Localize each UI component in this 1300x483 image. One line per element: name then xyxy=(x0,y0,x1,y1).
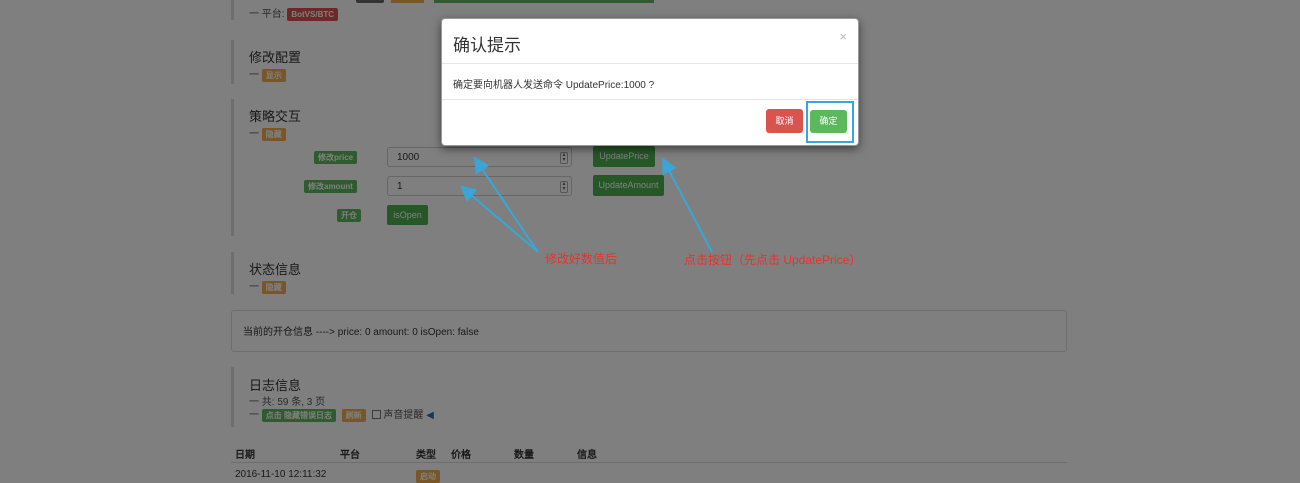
annotation-right: 点击按钮（先点击 UpdatePrice） xyxy=(684,253,862,267)
annotation-left: 修改好数值后 xyxy=(545,252,618,266)
dialog-header-divider xyxy=(442,63,858,64)
arrow-to-update-price xyxy=(662,157,713,253)
cancel-button[interactable]: 取消 xyxy=(766,109,803,133)
dialog-title: 确认提示 xyxy=(453,36,521,55)
confirm-highlight-box xyxy=(806,101,854,143)
confirm-dialog: 确认提示 × 确定要向机器人发送命令 UpdatePrice:1000 ? 取消… xyxy=(441,18,859,146)
close-icon[interactable]: × xyxy=(839,29,847,44)
dialog-footer-divider xyxy=(442,99,858,100)
dialog-message: 确定要向机器人发送命令 UpdatePrice:1000 ? xyxy=(453,80,655,91)
page: 一 平台: BotVS/BTC 修改配置 一 显示 策略交互 一 隐藏 修改pr… xyxy=(0,0,1300,483)
